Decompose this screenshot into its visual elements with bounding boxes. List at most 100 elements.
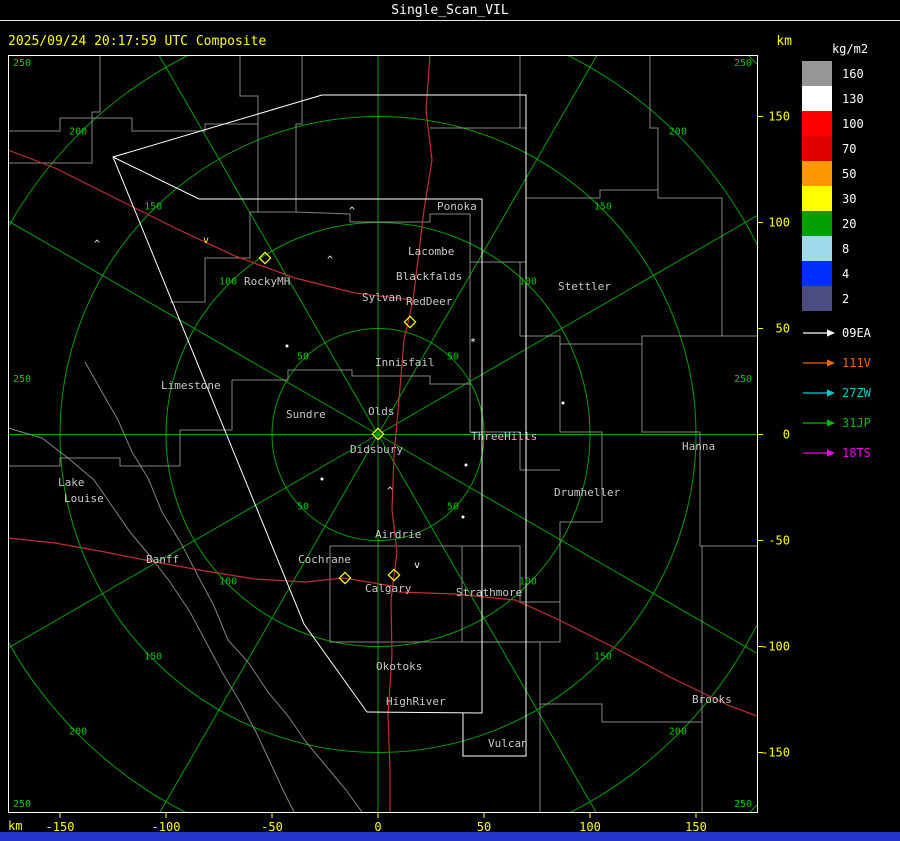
- colorbar-swatch: [802, 286, 832, 311]
- radar-motion-arrow-icon: [803, 419, 835, 427]
- city-label: Sylvan: [362, 291, 402, 304]
- y-axis-label: -50: [768, 534, 790, 548]
- dot-marker: [464, 463, 468, 467]
- colorbar-swatch: [802, 136, 832, 161]
- colorbar-value: 160: [842, 66, 864, 81]
- county-boundary: [462, 641, 703, 812]
- range-label: 100: [519, 277, 537, 288]
- range-label: 100: [219, 277, 237, 288]
- radar-list: 09EA 111V 27ZW 31JP 18TS: [802, 318, 898, 468]
- city-label: RedDeer: [406, 295, 453, 308]
- highway-line: [8, 149, 413, 301]
- county-boundary: [8, 55, 101, 164]
- city-label: Strathmore: [456, 586, 522, 599]
- colorbar-level: 20: [802, 211, 898, 236]
- colorbar: kg/m2 160 130 100 70 50 30 20 8 4 2: [802, 42, 898, 311]
- county-boundary: [519, 55, 527, 336]
- colorbar-swatch: [802, 211, 832, 236]
- range-label: 50: [447, 501, 459, 512]
- city-label: Vulcan: [488, 737, 528, 750]
- radar-legend-row: 09EA: [802, 318, 898, 348]
- city-label: ThreeHills: [471, 430, 537, 443]
- radar-id: 111V: [842, 356, 871, 370]
- county-boundary: [649, 55, 659, 190]
- colorbar-value: 2: [842, 291, 850, 306]
- colorbar-level: 50: [802, 161, 898, 186]
- colorbar-level: 100: [802, 111, 898, 136]
- city-label: Innisfail: [375, 356, 435, 369]
- radar-coverage-outline: [322, 94, 527, 757]
- colorbar-level: 4: [802, 261, 898, 286]
- storm-diamond-marker: [403, 315, 417, 329]
- colorbar-value: 8: [842, 241, 850, 256]
- colorbar-level: 70: [802, 136, 898, 161]
- y-axis-label: 100: [768, 216, 790, 230]
- radar-motion-arrow-icon: [803, 449, 835, 457]
- radar-motion-arrow-icon: [803, 359, 835, 367]
- radar-motion-arrow-icon: [803, 389, 835, 397]
- azimuth-line: [158, 55, 379, 435]
- km-unit-top: km: [776, 34, 792, 49]
- azimuth-line: [8, 434, 379, 649]
- azimuth-line: [159, 434, 379, 812]
- colorbar-swatch: [802, 186, 832, 211]
- y-axis-label: 150: [768, 110, 790, 124]
- y-axis-label: -150: [761, 746, 790, 760]
- colorbar-value: 20: [842, 216, 857, 231]
- radar-id: 18TS: [842, 446, 871, 460]
- city-label: Louise: [64, 492, 104, 505]
- caret-marker: ^: [94, 239, 100, 250]
- city-label: Sundre: [286, 408, 326, 421]
- colorbar-swatch: [802, 261, 832, 286]
- colorbar-swatch: [802, 161, 832, 186]
- dot-marker: [561, 401, 565, 405]
- city-label: Brooks: [692, 693, 732, 706]
- colorbar-value: 4: [842, 266, 850, 281]
- city-label: Didsbury: [350, 443, 403, 456]
- colorbar-value: 100: [842, 116, 864, 131]
- range-label: 200: [669, 726, 687, 737]
- range-label: 100: [519, 576, 537, 587]
- radar-legend-row: 111V: [802, 348, 898, 378]
- range-label: 250: [734, 799, 752, 810]
- colorbar-level: 30: [802, 186, 898, 211]
- colorbar-value: 50: [842, 166, 857, 181]
- radar-legend-row: 18TS: [802, 438, 898, 468]
- caret-marker: ^: [349, 206, 355, 217]
- city-label: Ponoka: [437, 200, 477, 213]
- colorbar-swatch: [802, 61, 832, 86]
- city-label: Olds: [368, 405, 395, 418]
- colorbar-unit: kg/m2: [831, 42, 869, 56]
- vee-marker: v: [203, 235, 209, 246]
- radar-motion-arrow-icon: [803, 329, 835, 337]
- city-label: Hanna: [682, 440, 715, 453]
- range-label: 150: [594, 202, 612, 213]
- dot-marker: [461, 515, 465, 519]
- radar-legend-row: 31JP: [802, 408, 898, 438]
- county-boundary: [170, 211, 258, 303]
- county-boundary: [526, 189, 723, 336]
- range-label: 150: [144, 202, 162, 213]
- colorbar-levels: 160 130 100 70 50 30 20 8 4 2: [802, 61, 898, 311]
- city-label: Blackfalds: [396, 270, 462, 283]
- y-axis-label: 0: [783, 428, 790, 442]
- city-label: Banff: [146, 553, 179, 566]
- county-boundary: [520, 335, 757, 345]
- vee-marker: v: [414, 560, 420, 571]
- radar-id: 09EA: [842, 326, 871, 340]
- colorbar-level: 160: [802, 61, 898, 86]
- radar-legend-row: 27ZW: [802, 378, 898, 408]
- colorbar-level: 130: [802, 86, 898, 111]
- city-label: Airdrie: [375, 528, 421, 541]
- range-label: 250: [734, 374, 752, 385]
- range-ring: [8, 55, 757, 812]
- radar-map: Ponoka Lacombe Blackfalds Sylvan RedDeer Stet…: [8, 55, 790, 834]
- city-label: HighRiver: [386, 695, 446, 708]
- colorbar-swatch: [802, 236, 832, 261]
- status-bar: [0, 832, 900, 841]
- city-label: Lake: [58, 476, 85, 489]
- city-label: Drumheller: [554, 486, 621, 499]
- city-label: RockyMH: [244, 275, 290, 288]
- county-boundary: [8, 380, 233, 467]
- window-title: Single_Scan_VIL: [391, 3, 509, 18]
